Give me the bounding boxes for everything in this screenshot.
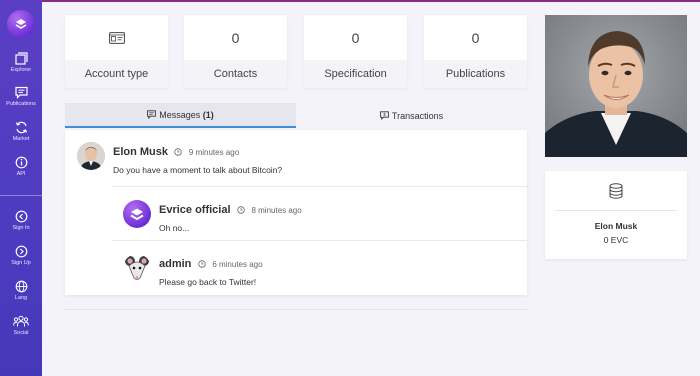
sidebar-item-label: API xyxy=(16,171,26,177)
sidebar-item-label: Lang xyxy=(14,295,28,301)
sidebar-item-sign-in[interactable]: Sign In xyxy=(0,210,42,231)
message-text: Please go back to Twitter! xyxy=(159,277,257,287)
message-author: Evrice official xyxy=(159,204,231,216)
stat-value: 0 xyxy=(231,29,240,46)
content-divider xyxy=(65,309,527,310)
stat-label: Contacts xyxy=(184,60,287,88)
message-author: admin xyxy=(159,258,192,270)
messages-panel: Elon Musk 9 minutes ago Do you have a mo… xyxy=(65,130,527,295)
user-photo-icon xyxy=(545,15,687,157)
sidebar-item-market[interactable]: Market xyxy=(0,121,42,142)
sidebar-item-explorer[interactable]: Explorer xyxy=(0,52,42,73)
message-divider xyxy=(112,186,527,187)
globe-icon xyxy=(15,280,27,293)
sign-in-icon xyxy=(15,210,27,223)
sidebar-item-label: Publications xyxy=(6,101,36,107)
logo-icon xyxy=(15,19,27,29)
tab-messages-count: (1) xyxy=(202,109,214,120)
publications-icon xyxy=(14,86,28,99)
message-time: 6 minutes ago xyxy=(212,260,263,269)
sign-up-icon xyxy=(15,245,27,258)
stat-value: 0 xyxy=(351,29,360,46)
top-accent-line xyxy=(0,0,700,2)
tab-bar: Messages (1) $ Transactions xyxy=(65,103,527,128)
tab-transactions[interactable]: $ Transactions xyxy=(296,103,527,128)
profile-balance: 0 EVC xyxy=(603,235,629,245)
message-reply: admin 6 minutes ago Please go back to Tw… xyxy=(123,254,513,290)
possum-avatar-icon xyxy=(125,256,149,280)
market-icon xyxy=(15,121,27,134)
sidebar-item-label: Social xyxy=(13,330,29,336)
explorer-icon xyxy=(14,52,28,65)
profile-card: Elon Musk 0 EVC xyxy=(545,171,687,259)
clock-icon xyxy=(174,148,183,156)
stat-card-specification: 0 Specification xyxy=(304,15,407,88)
sidebar-item-label: Sign Up xyxy=(11,260,31,266)
profile-photo xyxy=(545,15,687,157)
stat-card-account-type: Account type xyxy=(65,15,168,88)
id-card-icon xyxy=(108,31,125,44)
api-icon xyxy=(15,156,27,169)
social-icon xyxy=(13,315,29,327)
avatar-elon[interactable] xyxy=(77,142,105,170)
message-author: Elon Musk xyxy=(113,146,169,158)
sidebar-item-label: Sign In xyxy=(12,225,30,231)
svg-text:$: $ xyxy=(383,112,386,117)
sidebar-item-sign-up[interactable]: Sign Up xyxy=(0,245,42,266)
sidebar-divider xyxy=(0,195,42,196)
coins-icon xyxy=(609,183,623,199)
message-text: Do you have a moment to talk about Bitco… xyxy=(113,165,283,175)
message-time: 9 minutes ago xyxy=(188,148,240,157)
stat-label: Account type xyxy=(65,60,168,88)
message-text: Oh no... xyxy=(159,223,190,233)
message-item: Elon Musk 9 minutes ago Do you have a mo… xyxy=(77,142,517,186)
sidebar: Explorer Publications Market API Sign In… xyxy=(0,0,42,376)
sidebar-item-lang[interactable]: Lang xyxy=(0,280,42,301)
profile-card-divider xyxy=(555,210,677,211)
stat-label: Publications xyxy=(424,60,527,88)
stat-card-contacts: 0 Contacts xyxy=(184,15,287,88)
message-time: 8 minutes ago xyxy=(251,206,302,215)
stat-card-publications: 0 Publications xyxy=(424,15,527,88)
tab-messages[interactable]: Messages (1) xyxy=(65,103,296,128)
user-photo-icon xyxy=(77,142,105,170)
tab-messages-label: Messages xyxy=(159,109,201,120)
sidebar-item-label: Market xyxy=(12,136,30,142)
clock-icon xyxy=(198,260,206,268)
stat-label: Specification xyxy=(304,60,407,88)
profile-name: Elon Musk xyxy=(594,221,638,231)
app-logo[interactable] xyxy=(7,10,35,38)
stat-value: 0 xyxy=(471,29,480,46)
avatar-admin[interactable] xyxy=(123,254,151,282)
sidebar-item-label: Explorer xyxy=(10,67,32,73)
avatar-evrice[interactable] xyxy=(123,200,151,228)
clock-icon xyxy=(237,206,245,214)
sidebar-item-social[interactable]: Social xyxy=(0,315,42,336)
sidebar-item-publications[interactable]: Publications xyxy=(0,86,42,107)
tab-transactions-label: Transactions xyxy=(391,110,444,121)
message-reply: Evrice official 8 minutes ago Oh no... xyxy=(123,200,513,244)
message-icon xyxy=(147,110,157,119)
evrice-logo-icon xyxy=(130,208,144,221)
message-divider xyxy=(112,240,527,241)
transactions-icon: $ xyxy=(380,111,389,120)
sidebar-item-api[interactable]: API xyxy=(0,156,42,177)
